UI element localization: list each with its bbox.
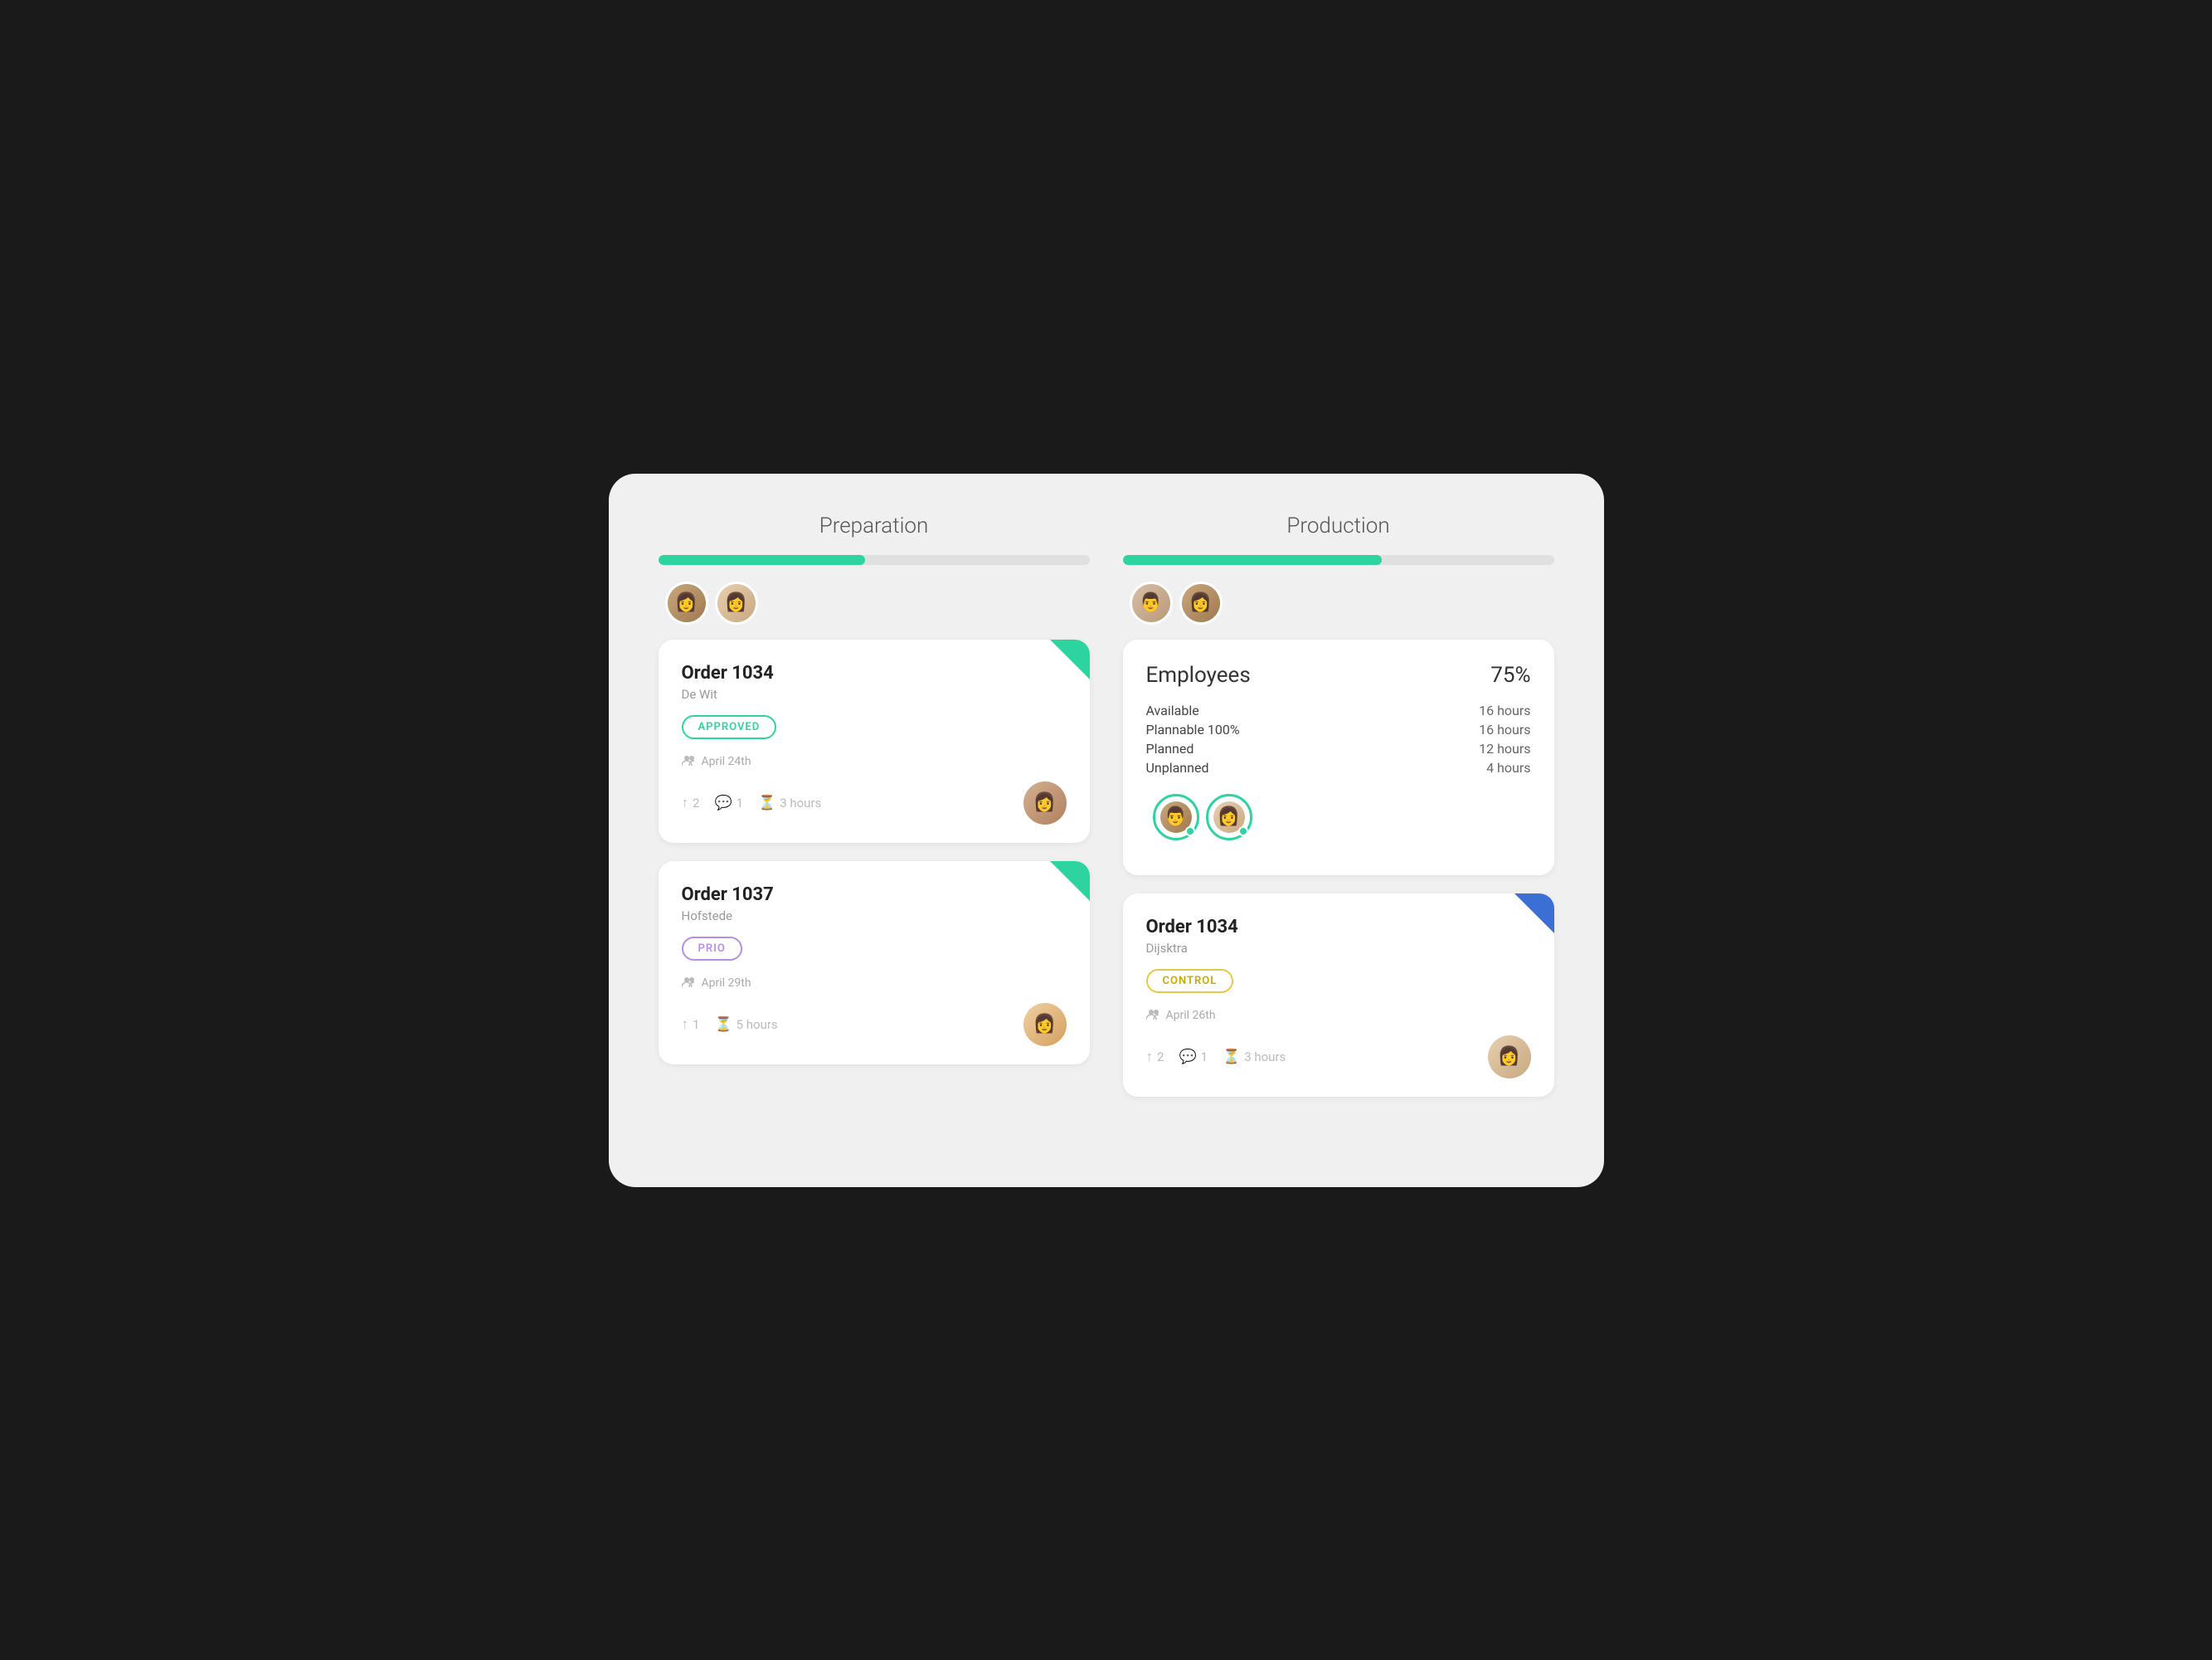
prep-card-1-stat-time-val: 3 hours: [780, 796, 821, 811]
employees-row-available: Available 16 hours: [1146, 703, 1531, 718]
prep-card-2-date: April 29th: [702, 976, 751, 990]
prep-card-1-stats: ↑ 2 💬 1 ⏳ 3 hours: [682, 795, 822, 811]
prep-card-2-stat-up-val: 1: [693, 1017, 699, 1032]
employees-avatar-2: 👩: [1206, 794, 1252, 840]
prep-avatar-2: 👩: [715, 582, 758, 625]
prep-card-1-corner: [1050, 640, 1090, 679]
prep-card-2-stat-up: ↑ 1: [682, 1016, 700, 1033]
prep-avatar-1: 👩: [665, 582, 708, 625]
prep-card-1-stat-chat-val: 1: [737, 796, 743, 811]
employees-avatar-1-dot: [1185, 826, 1195, 836]
people-icon-3: [1146, 1008, 1161, 1024]
prep-card-1-badge: APPROVED: [682, 715, 777, 739]
employees-label-plannable: Plannable 100%: [1146, 722, 1240, 738]
prep-card-1-stat-up: ↑ 2: [682, 795, 700, 811]
preparation-title: Preparation: [659, 514, 1090, 538]
prod-card-1-title: Order 1034: [1146, 917, 1531, 937]
prod-card-1-footer: ↑ 2 💬 1 ⏳ 3 hours 👩: [1146, 1035, 1531, 1078]
prep-card-1-subtitle: De Wit: [682, 687, 1067, 702]
employees-avatars: 👨 👩: [1146, 794, 1531, 840]
prep-card-2-avatar: 👩: [1023, 1003, 1067, 1046]
prod-card-1-badge: CONTROL: [1146, 969, 1234, 993]
preparation-column: Preparation 👩 👩 Order 1034 De Wit APPROV…: [659, 514, 1090, 1147]
employees-label-available: Available: [1146, 703, 1199, 718]
production-avatars: 👨 👩: [1123, 582, 1554, 625]
employees-card: Employees 75% Available 16 hours Plannab…: [1123, 640, 1554, 875]
prep-card-1-stat-time: ⏳ 3 hours: [758, 795, 821, 811]
prep-card-1-stat-up-val: 2: [693, 796, 699, 811]
prep-card-1-title: Order 1034: [682, 663, 1067, 684]
production-progress-fill: [1123, 555, 1382, 565]
prep-card-1[interactable]: Order 1034 De Wit APPROVED April 24th ↑ …: [659, 640, 1090, 843]
prep-card-1-meta: April 24th: [682, 754, 1067, 770]
prep-card-2-stat-time: ⏳ 5 hours: [714, 1016, 777, 1033]
prod-card-1-stat-time: ⏳ 3 hours: [1223, 1049, 1286, 1065]
prod-card-1-corner: [1514, 893, 1554, 933]
employees-label-unplanned: Unplanned: [1146, 760, 1209, 776]
production-title: Production: [1123, 514, 1554, 538]
prep-card-2-title: Order 1037: [682, 884, 1067, 905]
prep-card-1-stat-chat: 💬 1: [714, 795, 743, 811]
prep-card-2-stats: ↑ 1 ⏳ 5 hours: [682, 1016, 778, 1033]
timer-icon-3: ⏳: [1223, 1049, 1240, 1065]
employees-value-unplanned: 4 hours: [1486, 760, 1530, 776]
prep-card-1-date: April 24th: [702, 755, 751, 768]
prod-card-1-date: April 26th: [1166, 1009, 1216, 1022]
up-icon: ↑: [682, 795, 689, 811]
employees-value-plannable: 16 hours: [1479, 722, 1530, 738]
preparation-progress-bar: [659, 555, 1090, 565]
employees-title: Employees: [1146, 663, 1251, 688]
prep-card-2-corner: [1050, 861, 1090, 901]
prod-card-1-stat-up-val: 2: [1157, 1049, 1164, 1064]
timer-icon: ⏳: [758, 795, 775, 811]
chat-icon: 💬: [714, 795, 732, 811]
prod-card-1-subtitle: Dijsktra: [1146, 941, 1531, 956]
preparation-progress-fill: [659, 555, 866, 565]
prep-card-2[interactable]: Order 1037 Hofstede PRIO April 29th ↑ 1 …: [659, 861, 1090, 1064]
prod-avatar-2: 👩: [1179, 582, 1223, 625]
prod-card-1-stat-chat-val: 1: [1201, 1049, 1208, 1064]
employees-value-planned: 12 hours: [1479, 741, 1530, 757]
chat-icon-2: 💬: [1179, 1049, 1196, 1065]
employees-avatar-1: 👨: [1153, 794, 1199, 840]
employees-row-planned: Planned 12 hours: [1146, 741, 1531, 757]
employees-row-plannable: Plannable 100% 16 hours: [1146, 722, 1531, 738]
employees-percentage: 75%: [1490, 663, 1530, 688]
prep-card-2-badge: PRIO: [682, 937, 742, 961]
employees-avatar-2-dot: [1238, 826, 1248, 836]
employees-header: Employees 75%: [1146, 663, 1531, 688]
prod-card-1-stat-time-val: 3 hours: [1244, 1049, 1286, 1064]
main-screen: Preparation 👩 👩 Order 1034 De Wit APPROV…: [609, 474, 1604, 1187]
timer-icon-2: ⏳: [714, 1016, 732, 1033]
employees-value-available: 16 hours: [1479, 703, 1530, 718]
people-icon-2: [682, 976, 697, 991]
production-column: Production 👨 👩 Employees 75% Available 1…: [1123, 514, 1554, 1147]
prep-card-2-footer: ↑ 1 ⏳ 5 hours 👩: [682, 1003, 1067, 1046]
prod-avatar-1: 👨: [1130, 582, 1173, 625]
employees-row-unplanned: Unplanned 4 hours: [1146, 760, 1531, 776]
prod-card-1[interactable]: Order 1034 Dijsktra CONTROL April 26th ↑…: [1123, 893, 1554, 1097]
prod-card-1-stats: ↑ 2 💬 1 ⏳ 3 hours: [1146, 1049, 1286, 1065]
prod-card-1-stat-up: ↑ 2: [1146, 1049, 1164, 1065]
employees-label-planned: Planned: [1146, 741, 1194, 757]
prep-card-1-footer: ↑ 2 💬 1 ⏳ 3 hours 👩: [682, 781, 1067, 825]
prep-card-2-meta: April 29th: [682, 976, 1067, 991]
prod-card-1-stat-chat: 💬 1: [1179, 1049, 1208, 1065]
employees-rows: Available 16 hours Plannable 100% 16 hou…: [1146, 703, 1531, 776]
prod-card-1-avatar: 👩: [1488, 1035, 1531, 1078]
production-progress-bar: [1123, 555, 1554, 565]
prep-card-1-avatar: 👩: [1023, 781, 1067, 825]
prep-card-2-stat-time-val: 5 hours: [737, 1017, 778, 1032]
preparation-avatars: 👩 👩: [659, 582, 1090, 625]
up-icon-3: ↑: [1146, 1049, 1154, 1065]
people-icon: [682, 754, 697, 770]
up-icon-2: ↑: [682, 1016, 689, 1033]
prep-card-2-subtitle: Hofstede: [682, 908, 1067, 923]
prod-card-1-meta: April 26th: [1146, 1008, 1531, 1024]
